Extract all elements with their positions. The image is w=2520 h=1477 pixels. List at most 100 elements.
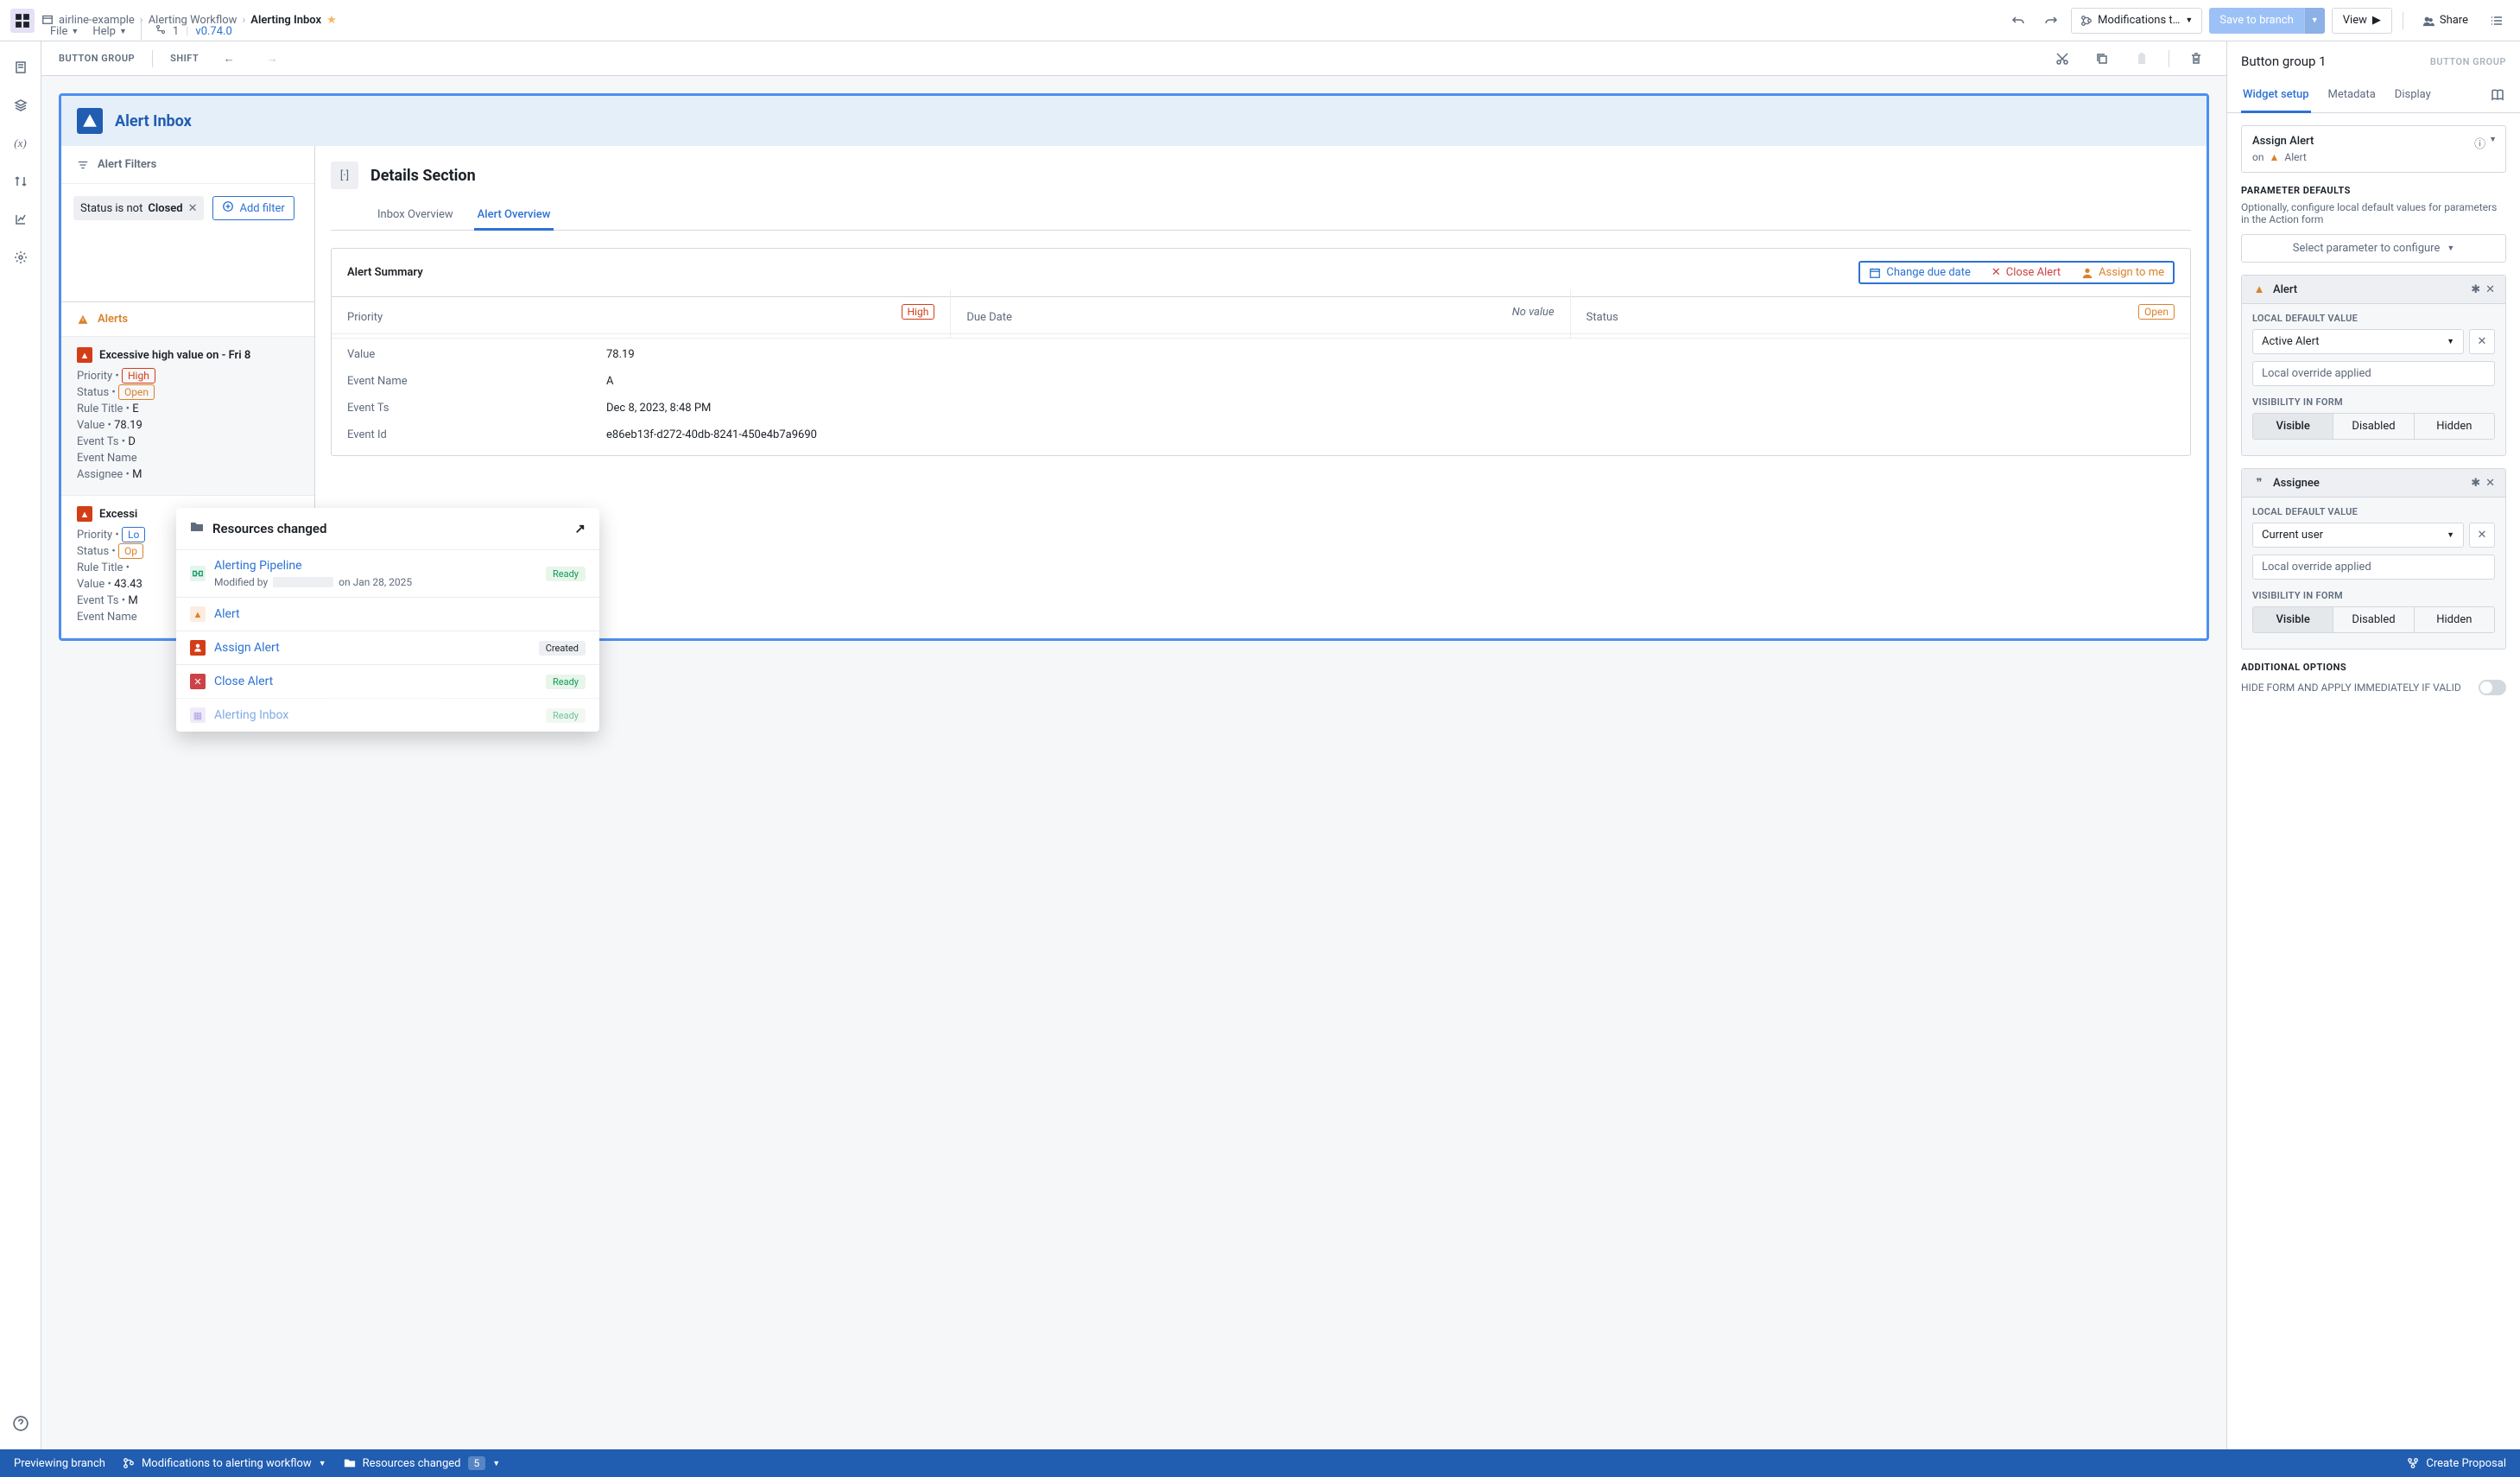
rp-tab-metadata[interactable]: Metadata <box>2327 81 2378 112</box>
resource-item[interactable]: Assign Alert Created <box>176 631 599 664</box>
list-icon[interactable] <box>2484 8 2510 34</box>
filters-header: Alert Filters <box>61 146 314 184</box>
paste-icon[interactable] <box>2129 46 2155 72</box>
resource-item[interactable]: ▲ Alert <box>176 597 599 631</box>
cut-icon[interactable] <box>2049 46 2075 72</box>
visibility-visible[interactable]: Visible <box>2253 414 2333 439</box>
quote-icon: ❞ <box>2252 476 2266 490</box>
filter-remove-icon[interactable]: ✕ <box>188 202 198 215</box>
close-icon: ✕ <box>1991 266 2001 279</box>
redo-icon[interactable] <box>2038 8 2064 34</box>
button-group-label: BUTTON GROUP <box>59 53 135 64</box>
share-button[interactable]: Share <box>2414 8 2477 34</box>
rail-page-icon[interactable] <box>12 59 29 76</box>
filter-chip[interactable]: Status is not Closed ✕ <box>73 196 204 220</box>
alert-header-icon <box>77 108 103 134</box>
save-split-button[interactable]: ▼ <box>2304 8 2325 34</box>
alert-summary-title: Alert Summary <box>347 266 423 279</box>
rail-chart-icon[interactable] <box>12 211 29 228</box>
visibility-segmented-control: Visible Disabled Hidden <box>2252 606 2495 633</box>
star-icon[interactable]: ★ <box>326 14 337 27</box>
rp-book-icon[interactable] <box>2489 81 2506 112</box>
visibility-disabled[interactable]: Disabled <box>2333 414 2414 439</box>
default-value-select[interactable]: Current user▼ <box>2252 523 2464 548</box>
required-icon[interactable]: ✱ <box>2471 283 2480 296</box>
details-section-icon: [·] <box>331 162 358 189</box>
remove-icon[interactable]: ✕ <box>2485 477 2495 490</box>
override-input[interactable]: Local override applied <box>2252 555 2495 580</box>
alert-icon: ▲ <box>77 347 92 363</box>
add-filter-button[interactable]: Add filter <box>212 196 294 220</box>
visibility-hidden[interactable]: Hidden <box>2415 414 2494 439</box>
rp-tab-display[interactable]: Display <box>2393 81 2433 112</box>
assign-to-me-button[interactable]: Assign to me <box>2076 264 2169 281</box>
summary-row: Event Ide86eb13f-d272-40db-8241-450e4b7a… <box>332 422 2190 448</box>
warn-icon: ▲ <box>2252 282 2266 296</box>
required-icon[interactable]: ✱ <box>2471 477 2480 490</box>
resources-changed-popover: Resources changed ↗ Alerting Pipeline Mo… <box>176 508 599 732</box>
delete-icon[interactable] <box>2183 46 2209 72</box>
popover-title: Resources changed <box>212 521 326 536</box>
copy-icon[interactable] <box>2089 46 2115 72</box>
override-input[interactable]: Local override applied <box>2252 361 2495 386</box>
resource-item[interactable]: Alerting Pipeline Modified byon Jan 28, … <box>176 549 599 597</box>
rail-variable-icon[interactable]: (x) <box>12 135 29 152</box>
assign-alert-card[interactable]: Assign Alert on ▲ Alert ⓘ ▼ <box>2241 125 2506 173</box>
shift-left-icon[interactable]: ← <box>216 46 242 72</box>
change-due-date-button[interactable]: Change due date <box>1864 264 1975 281</box>
select-parameter-dropdown[interactable]: Select parameter to configure ▼ <box>2241 234 2506 263</box>
visibility-hidden[interactable]: Hidden <box>2415 607 2494 632</box>
info-icon[interactable]: ⓘ <box>2474 135 2485 151</box>
shift-right-icon[interactable]: → <box>259 46 285 72</box>
summary-row: Event TsDec 8, 2023, 8:48 PM <box>332 395 2190 422</box>
resource-item[interactable]: ▦ Alerting Inbox Ready <box>176 698 599 732</box>
rail-help-icon[interactable] <box>12 1415 29 1432</box>
summary-row: Value78.19 <box>332 341 2190 368</box>
tab-alert-overview[interactable]: Alert Overview <box>474 201 554 231</box>
remove-icon[interactable]: ✕ <box>2485 283 2495 296</box>
modifications-status[interactable]: Modifications to alerting workflow ▼ <box>123 1457 326 1470</box>
rp-title: Button group 1 <box>2241 54 2327 69</box>
rail-sort-icon[interactable] <box>12 173 29 190</box>
version-label[interactable]: v0.74.0 <box>195 25 231 38</box>
visibility-visible[interactable]: Visible <box>2253 607 2333 632</box>
alerts-header: Alerts <box>61 301 314 337</box>
parameter-defaults-header: PARAMETER DEFAULTS <box>2241 185 2506 196</box>
save-to-branch-button[interactable]: Save to branch ▼ <box>2209 8 2324 34</box>
statusbar: Previewing branch Modifications to alert… <box>0 1449 2520 1477</box>
clear-button[interactable]: ✕ <box>2469 329 2495 354</box>
default-value-select[interactable]: Active Alert▼ <box>2252 329 2464 354</box>
summary-row: Event NameA <box>332 368 2190 395</box>
rp-type-label: BUTTON GROUP <box>2430 56 2506 67</box>
parameter-card-assignee: ❞ Assignee ✱ ✕ LOCAL DEFAULT VALUE Curre… <box>2241 468 2506 650</box>
alert-summary-card: Alert Summary Change due date ✕ Close Al… <box>331 248 2191 456</box>
rp-tab-widget-setup[interactable]: Widget setup <box>2241 81 2311 113</box>
modifications-button[interactable]: Modifications t… ▼ <box>2071 8 2202 34</box>
shift-label: SHIFT <box>170 53 199 64</box>
help-menu[interactable]: Help▼ <box>92 25 127 38</box>
left-rail: (x) <box>0 41 41 1449</box>
parameter-card-alert: ▲ Alert ✱ ✕ LOCAL DEFAULT VALUE Active A… <box>2241 275 2506 456</box>
plus-circle-icon <box>222 200 234 216</box>
resources-changed-status[interactable]: Resources changed 5 ▼ <box>344 1456 501 1470</box>
previewing-branch-label: Previewing branch <box>14 1457 105 1470</box>
branch-icon <box>155 24 166 38</box>
action-button-group: Change due date ✕ Close Alert Assign to … <box>1858 261 2175 284</box>
visibility-disabled[interactable]: Disabled <box>2333 607 2414 632</box>
breadcrumb-current[interactable]: Alerting Inbox <box>250 14 321 27</box>
rail-settings-icon[interactable] <box>12 249 29 266</box>
hide-form-toggle[interactable] <box>2479 680 2506 695</box>
clear-button[interactable]: ✕ <box>2469 523 2495 548</box>
create-proposal-button[interactable]: Create Proposal <box>2407 1457 2506 1470</box>
folder-icon <box>190 520 204 537</box>
topbar: airline-example › Alerting Workflow › Al… <box>0 0 2520 41</box>
alert-card[interactable]: ▲ Excessive high value on - Fri 8 Priori… <box>61 337 314 496</box>
resource-item[interactable]: ✕ Close Alert Ready <box>176 664 599 698</box>
expand-icon[interactable]: ↗ <box>574 521 586 536</box>
rail-layers-icon[interactable] <box>12 97 29 114</box>
file-menu[interactable]: File▼ <box>50 25 79 38</box>
undo-icon[interactable] <box>2005 8 2031 34</box>
view-button[interactable]: View ▶ <box>2332 8 2392 34</box>
tab-inbox-overview[interactable]: Inbox Overview <box>374 201 457 230</box>
close-alert-button[interactable]: ✕ Close Alert <box>1986 264 2066 281</box>
